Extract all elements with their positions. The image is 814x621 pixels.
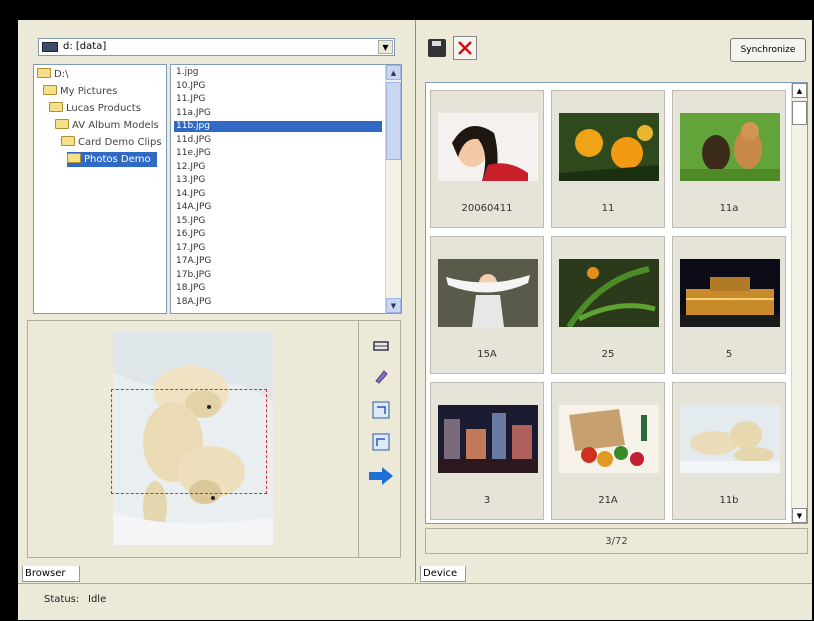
status-value: Idle bbox=[88, 594, 107, 605]
eraser-icon[interactable] bbox=[371, 366, 391, 386]
synchronize-button[interactable]: Synchronize bbox=[730, 38, 806, 62]
delete-icon[interactable] bbox=[453, 36, 477, 60]
file-list-item[interactable]: 11.JPG bbox=[174, 94, 382, 105]
thumbnail-image[interactable] bbox=[438, 259, 538, 327]
browser-pane: d: [data] ▼ D:\ My Pictures Lucas Products… bbox=[18, 20, 411, 582]
file-list[interactable]: ▲ ▼ 1.jpg 10.JPG 11.JPG 11a.JPG 11b.jpg 11d.J… bbox=[170, 64, 402, 314]
drive-selector-value: d: [data] bbox=[63, 41, 107, 52]
file-list-item[interactable]: 14.JPG bbox=[174, 189, 382, 200]
folder-tree-label: Lucas Products bbox=[66, 103, 141, 114]
folder-icon bbox=[43, 85, 57, 95]
file-list-item[interactable]: 1.jpg bbox=[174, 67, 382, 78]
tab-device[interactable]: Device bbox=[420, 566, 466, 582]
thumbnail-image[interactable] bbox=[680, 113, 780, 181]
thumbnail-image[interactable] bbox=[680, 405, 780, 473]
chevron-down-icon[interactable]: ▼ bbox=[378, 40, 393, 54]
thumbnail-gallery[interactable]: ▲ ▼ 20060411 11 11a 15A 25 5 3 21A 11b bbox=[425, 82, 808, 524]
file-list-item[interactable]: 15.JPG bbox=[174, 216, 382, 227]
thumbnail-caption: 11b bbox=[719, 495, 739, 506]
folder-icon bbox=[67, 153, 81, 163]
thumbnail-caption: 21A bbox=[598, 495, 618, 506]
send-arrow-icon[interactable] bbox=[368, 466, 394, 486]
thumbnail-card[interactable]: 5 bbox=[672, 236, 786, 374]
folder-icon bbox=[37, 68, 51, 78]
scroll-thumb[interactable] bbox=[386, 82, 401, 160]
status-bar: Status: Idle bbox=[18, 583, 812, 619]
rotate-right-icon[interactable] bbox=[371, 400, 391, 420]
scroll-down-icon[interactable]: ▼ bbox=[386, 298, 401, 313]
thumbnail-image[interactable] bbox=[559, 113, 659, 181]
folder-tree-item[interactable]: Lucas Products bbox=[49, 101, 141, 116]
scroll-up-icon[interactable]: ▲ bbox=[386, 65, 401, 80]
thumbnail-card[interactable]: 20060411 bbox=[430, 90, 544, 228]
thumbnail-card[interactable]: 15A bbox=[430, 236, 544, 374]
thumbnail-caption: 3 bbox=[483, 495, 491, 506]
thumbnail-image[interactable] bbox=[438, 405, 538, 473]
file-list-item[interactable]: 17A.JPG bbox=[174, 256, 382, 267]
file-list-item[interactable]: 11b.jpg bbox=[174, 121, 382, 132]
file-list-item[interactable]: 11a.JPG bbox=[174, 108, 382, 119]
folder-tree-label: D:\ bbox=[54, 69, 69, 80]
folder-tree-item[interactable]: Card Demo Clips bbox=[61, 135, 162, 150]
folder-icon bbox=[55, 119, 69, 129]
thumbnail-image[interactable] bbox=[559, 259, 659, 327]
thumbnail-card[interactable]: 11b bbox=[672, 382, 786, 520]
file-list-item[interactable]: 10.JPG bbox=[174, 81, 382, 92]
file-list-item[interactable]: 14A.JPG bbox=[174, 202, 382, 213]
thumbnail-card[interactable]: 25 bbox=[551, 236, 665, 374]
folder-tree-label: Photos Demo bbox=[84, 154, 151, 165]
thumbnail-caption: 11 bbox=[601, 203, 615, 214]
scroll-up-icon[interactable]: ▲ bbox=[792, 83, 807, 98]
drive-icon bbox=[42, 42, 58, 52]
file-list-item[interactable]: 13.JPG bbox=[174, 175, 382, 186]
folder-tree[interactable]: D:\ My Pictures Lucas Products AV Album Mod… bbox=[33, 64, 167, 314]
page-indicator: 3/72 bbox=[425, 528, 808, 554]
folder-tree-item[interactable]: D:\ bbox=[37, 67, 68, 82]
file-list-item[interactable]: 18A.JPG bbox=[174, 297, 382, 308]
folder-tree-item[interactable]: My Pictures bbox=[43, 84, 117, 99]
file-list-item[interactable]: 11d.JPG bbox=[174, 135, 382, 146]
folder-tree-item[interactable]: AV Album Models bbox=[55, 118, 159, 133]
app-window: d: [data] ▼ D:\ My Pictures Lucas Products… bbox=[18, 20, 812, 620]
file-list-item[interactable]: 18.JPG bbox=[174, 283, 382, 294]
thumbnail-card[interactable]: 11a bbox=[672, 90, 786, 228]
thumbnail-card[interactable]: 21A bbox=[551, 382, 665, 520]
thumbnail-image[interactable] bbox=[438, 113, 538, 181]
status-label: Status: bbox=[44, 594, 80, 605]
device-pane: Synchronize ▲ ▼ 20060411 11 11a 15A 25 5 3 21A 1… bbox=[415, 20, 812, 582]
thumbnail-caption: 15A bbox=[477, 349, 497, 360]
file-list-scrollbar[interactable]: ▲ ▼ bbox=[385, 65, 401, 313]
edit-toolbar bbox=[358, 320, 403, 558]
folder-tree-label: AV Album Models bbox=[72, 120, 159, 131]
folder-tree-label: My Pictures bbox=[60, 86, 118, 97]
folder-tree-label: Card Demo Clips bbox=[78, 137, 162, 148]
thumbnail-card[interactable]: 3 bbox=[430, 382, 544, 520]
folder-icon bbox=[49, 102, 63, 112]
gallery-scrollbar[interactable]: ▲ ▼ bbox=[791, 83, 807, 523]
thumbnail-image[interactable] bbox=[559, 405, 659, 473]
folder-icon bbox=[61, 136, 75, 146]
crop-selection[interactable] bbox=[111, 389, 267, 494]
file-list-item[interactable]: 12.JPG bbox=[174, 162, 382, 173]
thumbnail-caption: 11a bbox=[719, 203, 739, 214]
scroll-thumb[interactable] bbox=[792, 101, 807, 125]
crop-tool-icon[interactable] bbox=[371, 336, 391, 356]
file-list-item[interactable]: 11e.JPG bbox=[174, 148, 382, 159]
scroll-down-icon[interactable]: ▼ bbox=[792, 508, 807, 523]
file-list-item[interactable]: 17b.JPG bbox=[174, 270, 382, 281]
thumbnail-card[interactable]: 11 bbox=[551, 90, 665, 228]
thumbnail-image[interactable] bbox=[680, 259, 780, 327]
folder-tree-item[interactable]: Photos Demo bbox=[67, 152, 157, 167]
file-list-item[interactable]: 17.JPG bbox=[174, 243, 382, 254]
thumbnail-caption: 20060411 bbox=[461, 203, 513, 214]
tab-browser[interactable]: Browser bbox=[22, 566, 80, 582]
thumbnail-caption: 25 bbox=[601, 349, 615, 360]
file-list-item[interactable]: 16.JPG bbox=[174, 229, 382, 240]
thumbnail-caption: 5 bbox=[725, 349, 733, 360]
drive-selector[interactable]: d: [data] ▼ bbox=[38, 38, 395, 56]
rotate-left-icon[interactable] bbox=[371, 432, 391, 452]
save-icon[interactable] bbox=[428, 39, 446, 57]
